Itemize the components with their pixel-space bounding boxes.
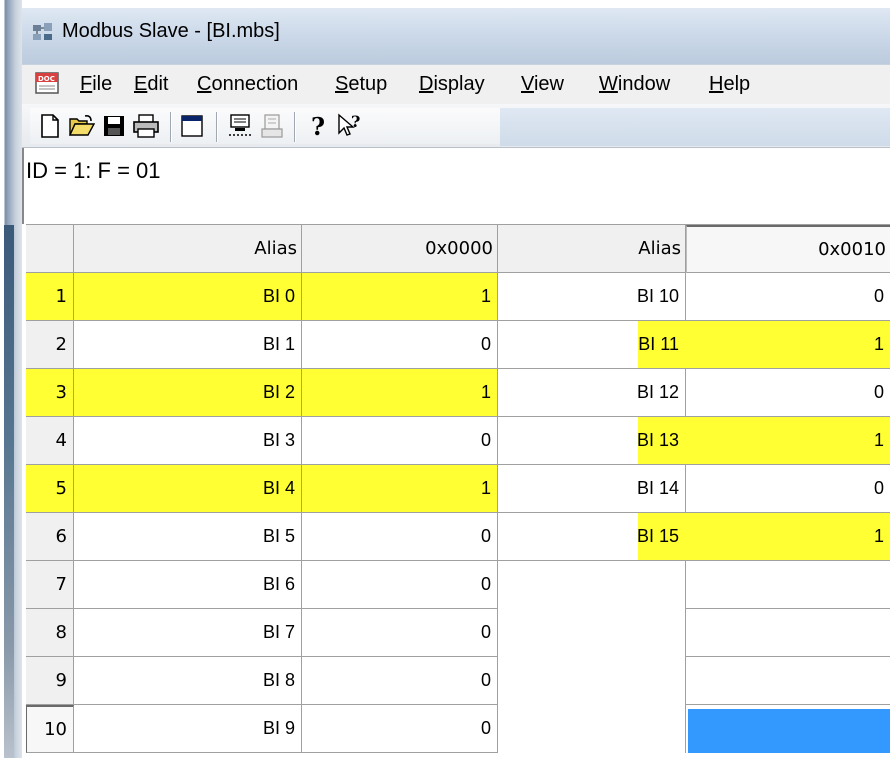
print-icon[interactable]	[132, 112, 160, 140]
modbus-app-icon	[33, 23, 52, 40]
value-cell[interactable]: 0	[302, 705, 498, 753]
value-cell[interactable]: 0	[302, 417, 498, 465]
menu-window[interactable]: Window	[599, 73, 670, 96]
value-cell[interactable]: 1	[302, 273, 498, 321]
about-icon[interactable]: ?	[304, 112, 332, 141]
value-cell[interactable]	[686, 657, 890, 705]
row-header[interactable]: 8	[26, 609, 74, 657]
alias-cell[interactable]: BI 8	[74, 657, 302, 705]
menu-display[interactable]: Display	[419, 73, 485, 96]
menu-file[interactable]: File	[80, 73, 112, 96]
register-grid[interactable]: Alias 0x0000 Alias 0x0010 1 BI 0 1 BI 10…	[26, 224, 890, 758]
value-cell[interactable]	[686, 609, 890, 657]
status-line: ID = 1: F = 01	[22, 148, 890, 224]
alias-cell[interactable]: BI 4	[74, 465, 302, 513]
context-help-icon[interactable]: ?	[336, 112, 364, 140]
value-cell[interactable]: 1	[686, 417, 890, 465]
alias-cell[interactable]: BI 14	[498, 465, 686, 513]
value-cell[interactable]: 0	[302, 657, 498, 705]
menu-view[interactable]: View	[521, 73, 564, 96]
alias-cell[interactable]	[498, 705, 686, 753]
alias-cell[interactable]: BI 11	[498, 321, 686, 369]
value-cell[interactable]: 0	[686, 465, 890, 513]
menu-edit[interactable]: Edit	[134, 73, 168, 96]
alias-text: BI 13	[636, 430, 679, 450]
menu-connection[interactable]: Connection	[197, 73, 298, 96]
document-icon[interactable]: DOC	[34, 71, 60, 97]
value-cell[interactable]: 0	[686, 369, 890, 417]
alias-text: BI 15	[636, 526, 679, 546]
alias-cell[interactable]: BI 6	[74, 561, 302, 609]
menu-setup[interactable]: Setup	[335, 73, 387, 96]
alias-cell[interactable]	[498, 609, 686, 657]
new-icon[interactable]	[36, 112, 64, 140]
open-icon[interactable]	[68, 112, 96, 140]
row-header[interactable]: 4	[26, 417, 74, 465]
alias-cell[interactable]: BI 3	[74, 417, 302, 465]
value-cell[interactable]: 0	[302, 513, 498, 561]
row-header[interactable]: 10	[26, 705, 74, 753]
svg-text:?: ?	[351, 113, 360, 131]
alias-cell[interactable]: BI 1	[74, 321, 302, 369]
alias-cell[interactable]: BI 9	[74, 705, 302, 753]
background-window-edge	[0, 0, 22, 758]
value-cell[interactable]: 1	[302, 465, 498, 513]
svg-text:DOC: DOC	[38, 75, 55, 83]
alias-cell[interactable]: BI 13	[498, 417, 686, 465]
row-header[interactable]: 7	[26, 561, 74, 609]
value-cell[interactable]: 0	[302, 609, 498, 657]
save-icon[interactable]	[100, 112, 128, 140]
title-bar[interactable]: Modbus Slave - [BI.mbs]	[22, 8, 890, 64]
alias-cell[interactable]: BI 2	[74, 369, 302, 417]
menu-bar: DOC File Edit Connection Setup Display V…	[22, 64, 890, 104]
row-header[interactable]: 6	[26, 513, 74, 561]
value-cell[interactable]: 1	[302, 369, 498, 417]
column-header-address-1[interactable]: 0x0000	[302, 225, 498, 273]
window-icon[interactable]	[178, 112, 206, 140]
row-header[interactable]: 2	[26, 321, 74, 369]
toolbar: ? ?	[22, 104, 890, 148]
alias-text: BI 11	[638, 334, 679, 354]
window-title: Modbus Slave - [BI.mbs]	[62, 20, 280, 42]
column-header-alias-1[interactable]: Alias	[74, 225, 302, 273]
alias-cell[interactable]: BI 12	[498, 369, 686, 417]
alias-cell[interactable]: BI 5	[74, 513, 302, 561]
alias-cell[interactable]: BI 15	[498, 513, 686, 561]
connect-icon[interactable]	[226, 112, 254, 140]
alias-cell[interactable]	[498, 657, 686, 705]
column-header-alias-2[interactable]: Alias	[498, 225, 686, 273]
disconnect-icon[interactable]	[258, 112, 286, 140]
value-cell[interactable]	[686, 561, 890, 609]
row-header[interactable]: 9	[26, 657, 74, 705]
row-header[interactable]: 5	[26, 465, 74, 513]
row-header[interactable]: 1	[26, 273, 74, 321]
value-cell[interactable]: 0	[302, 561, 498, 609]
value-cell[interactable]: 1	[686, 513, 890, 561]
alias-cell[interactable]	[498, 561, 686, 609]
menu-help[interactable]: Help	[709, 73, 750, 96]
value-cell[interactable]: 0	[302, 321, 498, 369]
alias-cell[interactable]: BI 0	[74, 273, 302, 321]
value-cell[interactable]: 0	[686, 273, 890, 321]
column-header-address-2[interactable]: 0x0010	[686, 225, 890, 273]
slave-id-function: ID = 1: F = 01	[26, 158, 161, 183]
row-header[interactable]: 3	[26, 369, 74, 417]
grid-corner[interactable]	[26, 225, 74, 273]
selected-value-cell[interactable]	[688, 709, 890, 753]
alias-cell[interactable]: BI 10	[498, 273, 686, 321]
alias-cell[interactable]: BI 7	[74, 609, 302, 657]
value-cell[interactable]: 1	[686, 321, 890, 369]
